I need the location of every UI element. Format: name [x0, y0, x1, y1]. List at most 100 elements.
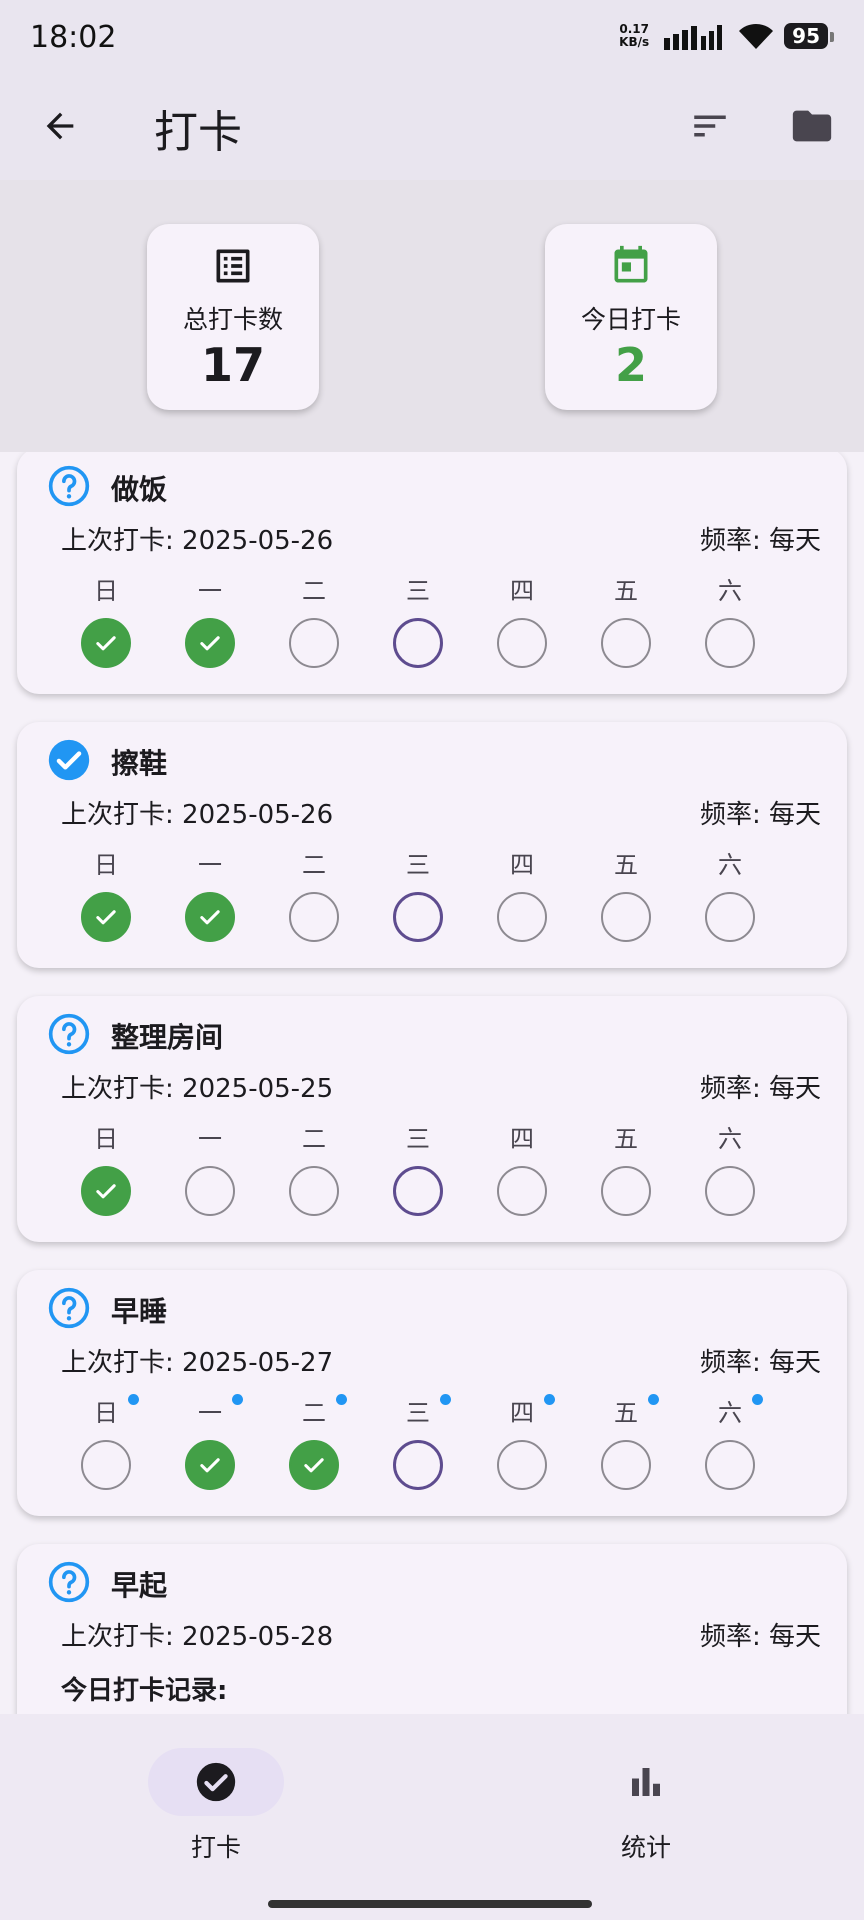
habit-status-toggle[interactable]: [47, 1012, 91, 1060]
weekday-label-text: 六: [718, 1125, 742, 1153]
day-empty-circle[interactable]: [497, 1440, 547, 1490]
habit-card[interactable]: 早起 上次打卡: 2025-05-28 频率: 每天 今日打卡记录:: [17, 1544, 847, 1714]
reminder-dot: [752, 1394, 763, 1405]
habit-card-header: 早睡: [47, 1286, 167, 1334]
weekday-label-text: 二: [302, 1399, 326, 1427]
day-empty-circle[interactable]: [81, 1440, 131, 1490]
today-circle[interactable]: [393, 1166, 443, 1216]
day-empty-circle[interactable]: [705, 1440, 755, 1490]
habit-card-header: 做饭: [47, 464, 167, 512]
day-empty-circle[interactable]: [185, 1166, 235, 1216]
habit-name: 早起: [111, 1569, 168, 1602]
folder-button[interactable]: [782, 96, 842, 156]
day-checked-circle[interactable]: [185, 618, 235, 668]
day-empty-circle[interactable]: [705, 1166, 755, 1216]
day-checked-circle[interactable]: [185, 1440, 235, 1490]
last-checkin-text: 上次打卡: 2025-05-27: [61, 1348, 334, 1378]
habit-name: 擦鞋: [111, 747, 168, 780]
habit-name: 早睡: [111, 1295, 168, 1328]
weekday-label-text: 三: [406, 1125, 430, 1153]
weekday-label-text: 四: [510, 1125, 534, 1153]
habit-list[interactable]: 做饭 上次打卡: 2025-05-26 频率: 每天日一二三四五六擦鞋 上次打卡: 2…: [0, 452, 864, 1714]
weekday-label-text: 日: [94, 1125, 118, 1153]
check-icon: [200, 910, 220, 925]
home-indicator: [268, 1900, 592, 1908]
weekday-label: 二: [287, 850, 341, 880]
weekday-label: 三: [391, 576, 445, 606]
habit-status-toggle[interactable]: [47, 1560, 91, 1608]
weekday-label: 一: [183, 1124, 237, 1154]
frequency-text: 频率: 每天: [699, 1348, 821, 1378]
weekday-label-text: 六: [718, 851, 742, 879]
weekday-cell: 六: [703, 1124, 757, 1234]
weekday-label: 五: [599, 850, 653, 880]
page-title: 打卡: [154, 107, 242, 158]
day-checked-circle[interactable]: [81, 1166, 131, 1216]
habit-status-toggle[interactable]: [47, 1286, 91, 1334]
weekday-cell: 一: [183, 576, 237, 686]
weekday-label: 四: [495, 576, 549, 606]
check-icon: [200, 1458, 220, 1473]
check-icon: [304, 1458, 324, 1473]
day-empty-circle[interactable]: [289, 892, 339, 942]
weekday-label: 二: [287, 1394, 347, 1428]
day-empty-circle[interactable]: [497, 618, 547, 668]
day-empty-circle[interactable]: [497, 892, 547, 942]
day-checked-circle[interactable]: [81, 618, 131, 668]
habit-card[interactable]: 早睡 上次打卡: 2025-05-27 频率: 每天日 一 二 三 四 五 六: [17, 1270, 847, 1516]
habit-card[interactable]: 整理房间 上次打卡: 2025-05-25 频率: 每天日 一 二 三 四 五 六: [17, 996, 847, 1242]
sort-button[interactable]: [680, 96, 740, 156]
day-empty-circle[interactable]: [705, 892, 755, 942]
weekday-cell: 一: [183, 1394, 243, 1508]
weekday-cell: 四: [495, 1124, 549, 1234]
today-circle[interactable]: [393, 892, 443, 942]
day-empty-circle[interactable]: [601, 892, 651, 942]
weekday-label: 五: [599, 576, 653, 606]
today-circle[interactable]: [393, 618, 443, 668]
day-empty-circle[interactable]: [601, 618, 651, 668]
weekday-cell: 一: [183, 1124, 237, 1234]
weekday-label: 六: [703, 850, 757, 880]
weekday-label-text: 二: [302, 1125, 326, 1153]
day-empty-circle[interactable]: [289, 618, 339, 668]
day-empty-circle[interactable]: [601, 1440, 651, 1490]
weekday-cell: 一: [183, 850, 237, 960]
nav-checkin-tab[interactable]: 打卡: [136, 1748, 296, 1864]
day-empty-circle[interactable]: [497, 1166, 547, 1216]
today-circle[interactable]: [393, 1440, 443, 1490]
weekday-label-text: 四: [510, 577, 534, 605]
nav-stats-tab[interactable]: 统计: [566, 1748, 726, 1864]
nav-stats-label: 统计: [620, 1833, 671, 1862]
habit-status-toggle[interactable]: [47, 464, 91, 512]
total-checkins-card: 总打卡数 17: [147, 224, 319, 410]
weekday-cell: 二: [287, 1124, 341, 1234]
check-icon: [200, 636, 220, 651]
back-button[interactable]: [30, 96, 90, 156]
day-empty-circle[interactable]: [289, 1166, 339, 1216]
weekday-label-text: 三: [406, 851, 430, 879]
weekday-label: 一: [183, 1394, 243, 1428]
day-checked-circle[interactable]: [185, 892, 235, 942]
arrow-left-icon: [46, 112, 74, 140]
day-empty-circle[interactable]: [705, 618, 755, 668]
habit-card-header: 整理房间: [47, 1012, 223, 1060]
day-checked-circle[interactable]: [81, 892, 131, 942]
weekday-label: 一: [183, 576, 237, 606]
frequency-text: 频率: 每天: [699, 1074, 821, 1104]
weekday-cell: 六: [703, 576, 757, 686]
check-circle-icon: [196, 1762, 236, 1802]
day-empty-circle[interactable]: [601, 1166, 651, 1216]
bar-chart-icon: [632, 1768, 660, 1796]
habit-status-toggle[interactable]: [47, 738, 91, 786]
status-bar: 18:02 0.17 KB/s 95: [0, 0, 864, 76]
weekday-label: 六: [703, 1394, 763, 1428]
habit-card[interactable]: 擦鞋 上次打卡: 2025-05-26 频率: 每天日 一 二 三 四 五 六: [17, 722, 847, 968]
help-circle-icon: [48, 465, 90, 507]
habit-name: 做饭: [111, 473, 168, 506]
day-checked-circle[interactable]: [289, 1440, 339, 1490]
weekday-label-text: 三: [406, 1399, 430, 1427]
habit-card[interactable]: 做饭 上次打卡: 2025-05-26 频率: 每天日 一 二 三 四 五 六: [17, 452, 847, 694]
nav-checkin-indicator: [148, 1748, 284, 1816]
weekday-label: 二: [287, 1124, 341, 1154]
weekday-cell: 五: [599, 850, 653, 960]
